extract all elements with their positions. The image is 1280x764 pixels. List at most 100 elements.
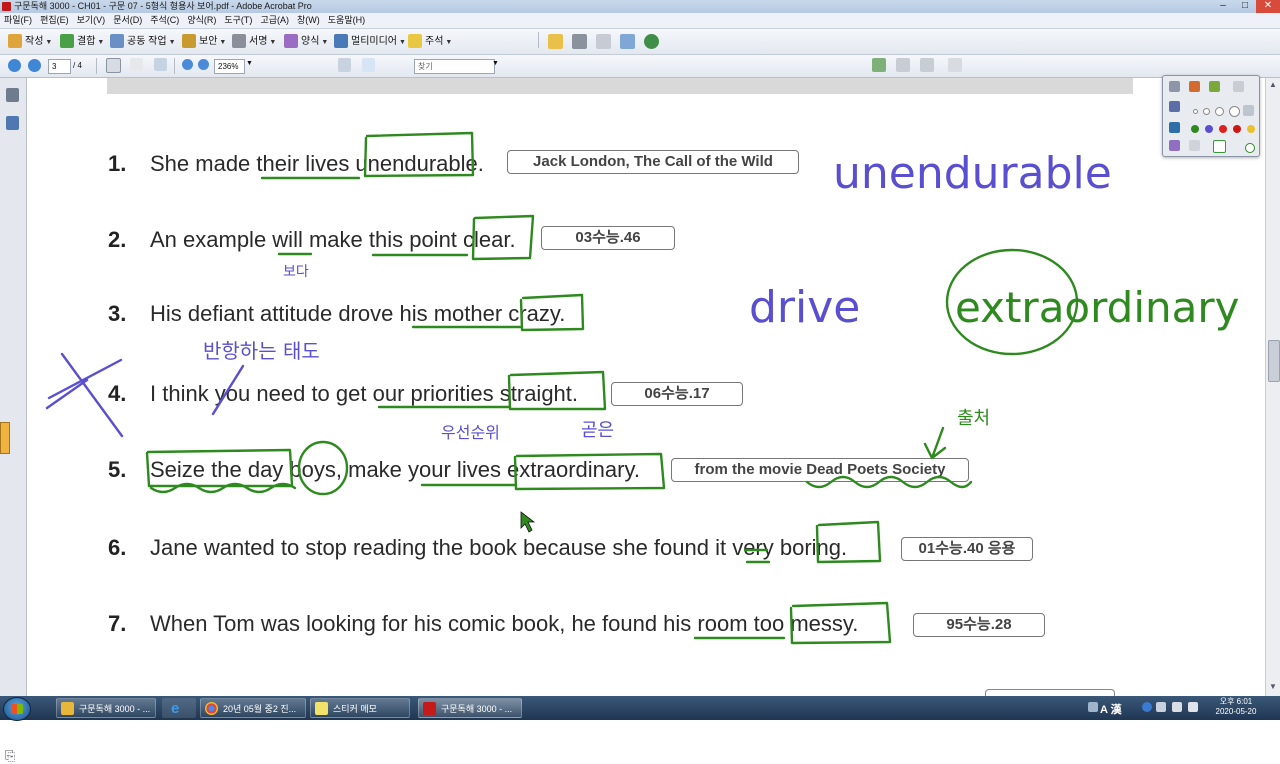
maximize-button[interactable]: □ xyxy=(1234,0,1256,13)
collaborate-button[interactable]: 공동 작업 ▼ xyxy=(110,33,176,50)
forms-button[interactable]: 양식 ▼ xyxy=(284,33,328,50)
multimedia-icon xyxy=(334,34,348,49)
collaborate-icon xyxy=(110,34,124,49)
menu-view[interactable]: 보기(V) xyxy=(73,13,110,28)
globe-icon[interactable] xyxy=(644,34,659,49)
pointer-icon[interactable] xyxy=(1169,81,1180,92)
color-red[interactable] xyxy=(1219,125,1227,133)
comment-button[interactable]: 주석 ▼ xyxy=(408,33,452,50)
taskbar-item-ie[interactable]: e xyxy=(162,698,196,718)
pen-icon[interactable] xyxy=(1189,81,1200,92)
zoom-in-icon[interactable] xyxy=(198,59,209,70)
color-yellow[interactable] xyxy=(1247,125,1255,133)
bookmarks-panel-icon[interactable] xyxy=(6,116,19,130)
chevron-down-icon[interactable]: ▼ xyxy=(492,60,499,67)
color-green[interactable] xyxy=(1191,125,1199,133)
menu-file[interactable]: 파일(F) xyxy=(0,13,36,28)
pen-icon xyxy=(232,34,246,49)
menu-document[interactable]: 문서(D) xyxy=(109,13,146,28)
help-icon[interactable] xyxy=(1142,702,1152,712)
tray-arrow-icon[interactable] xyxy=(1156,702,1166,712)
print-icon[interactable] xyxy=(572,34,587,49)
zoom-tool-icon[interactable] xyxy=(154,58,167,71)
hand-tool-icon[interactable] xyxy=(130,58,143,71)
highlighter-icon[interactable] xyxy=(1209,81,1220,92)
chevron-down-icon: ▼ xyxy=(45,39,53,46)
zoom-level-input[interactable]: 236% xyxy=(214,59,245,74)
taskbar-item-acrobat[interactable]: 구문독해 3000 - ... xyxy=(418,698,522,718)
close-button[interactable]: ✕ xyxy=(1256,0,1280,13)
page-header-strip xyxy=(107,78,1133,94)
menu-tools[interactable]: 도구(T) xyxy=(220,13,256,28)
navigation-panel: ⎘ xyxy=(0,78,27,763)
menu-advanced[interactable]: 고급(A) xyxy=(256,13,293,28)
volume-icon[interactable] xyxy=(1188,702,1198,712)
ink-circle xyxy=(945,248,1079,356)
layers-icon[interactable] xyxy=(1169,140,1180,151)
create-button[interactable]: 작성 ▼ xyxy=(8,33,52,50)
source-label: from the movie Dead Poets Society xyxy=(671,458,969,482)
next-page-icon[interactable] xyxy=(28,59,41,72)
ink-note-defiant: 반항하는 태도 xyxy=(203,339,320,363)
eraser-icon[interactable] xyxy=(1169,101,1180,112)
combine-button[interactable]: 결합 ▼ xyxy=(60,33,104,50)
chrome-icon xyxy=(205,702,218,715)
open-folder-icon[interactable] xyxy=(548,34,563,49)
color-dark-red[interactable] xyxy=(1233,125,1241,133)
email-icon[interactable] xyxy=(620,34,635,49)
chevron-down-icon[interactable]: ▼ xyxy=(246,60,253,67)
page-number-input[interactable]: 3 xyxy=(48,59,71,74)
secure-button[interactable]: 보안 ▼ xyxy=(182,33,226,50)
disabled-tool-icon xyxy=(896,58,910,72)
acrobat-app-icon xyxy=(2,2,11,11)
minimize-button[interactable]: – xyxy=(1212,0,1234,13)
scroll-down-icon[interactable]: ▼ xyxy=(1269,682,1277,691)
vertical-scrollbar[interactable]: ▲ ▼ xyxy=(1265,78,1280,696)
settings-gear-icon[interactable] xyxy=(1243,105,1254,116)
fit-width-icon[interactable] xyxy=(362,58,375,72)
pages-panel-icon[interactable] xyxy=(6,88,19,102)
sign-button[interactable]: 서명 ▼ xyxy=(232,33,276,50)
save-icon[interactable] xyxy=(596,34,611,49)
start-button[interactable] xyxy=(3,697,31,721)
find-input[interactable]: 찾기 xyxy=(414,59,495,74)
zoom-out-icon[interactable] xyxy=(182,59,193,70)
toolbar-separator xyxy=(96,58,97,74)
attachment-icon[interactable]: ⎘ xyxy=(5,748,15,764)
pen-size-2[interactable] xyxy=(1203,108,1210,115)
menu-comments[interactable]: 주석(C) xyxy=(146,13,183,28)
menu-window[interactable]: 창(W) xyxy=(293,13,324,28)
menu-help[interactable]: 도움말(H) xyxy=(324,13,369,28)
taskbar-item-explorer[interactable]: 구문독해 3000 - ... xyxy=(56,698,156,718)
fit-page-icon[interactable] xyxy=(338,58,351,72)
select-text-tool-icon[interactable] xyxy=(106,58,121,73)
ime-indicator[interactable]: A 漢 xyxy=(1100,701,1122,717)
screen-icon[interactable] xyxy=(1169,122,1180,133)
panel-toggle-handle[interactable] xyxy=(0,422,10,454)
star-icon[interactable] xyxy=(1233,81,1244,92)
whiteboard-icon[interactable] xyxy=(1213,140,1226,153)
source-label: 06수능.17 xyxy=(611,382,743,406)
sentence-7: 7. When Tom was looking for his comic boo… xyxy=(108,611,859,636)
review-icon[interactable] xyxy=(872,58,886,72)
pen-size-1[interactable] xyxy=(1193,109,1198,114)
multimedia-button[interactable]: 멀티미디어 ▼ xyxy=(334,33,406,50)
menu-edit[interactable]: 편집(E) xyxy=(36,13,73,28)
color-white[interactable] xyxy=(1245,143,1255,153)
menu-forms[interactable]: 양식(R) xyxy=(183,13,220,28)
network-icon[interactable] xyxy=(1172,702,1182,712)
scroll-up-icon[interactable]: ▲ xyxy=(1269,80,1277,89)
main-toolbar: 작성 ▼ 결합 ▼ 공동 작업 ▼ 보안 ▼ 서명 ▼ 양식 ▼ 멀티미디어 ▼ 주석 ▼ xyxy=(0,29,1280,55)
taskbar-item-chrome[interactable]: 20년 05월 중2 진... xyxy=(200,698,306,718)
folder-icon xyxy=(61,702,74,715)
prev-page-icon[interactable] xyxy=(8,59,21,72)
source-label: 03수능.46 xyxy=(541,226,675,250)
tray-icon[interactable] xyxy=(1088,702,1098,712)
scrollbar-thumb[interactable] xyxy=(1268,340,1280,382)
color-purple[interactable] xyxy=(1205,125,1213,133)
taskbar-item-sticky-notes[interactable]: 스티커 메모 xyxy=(310,698,410,718)
pen-size-3[interactable] xyxy=(1215,107,1224,116)
taskbar-clock[interactable]: 오후 6:01 2020-05-20 xyxy=(1208,697,1264,717)
clear-icon[interactable] xyxy=(1189,140,1200,151)
pen-size-4[interactable] xyxy=(1229,106,1240,117)
